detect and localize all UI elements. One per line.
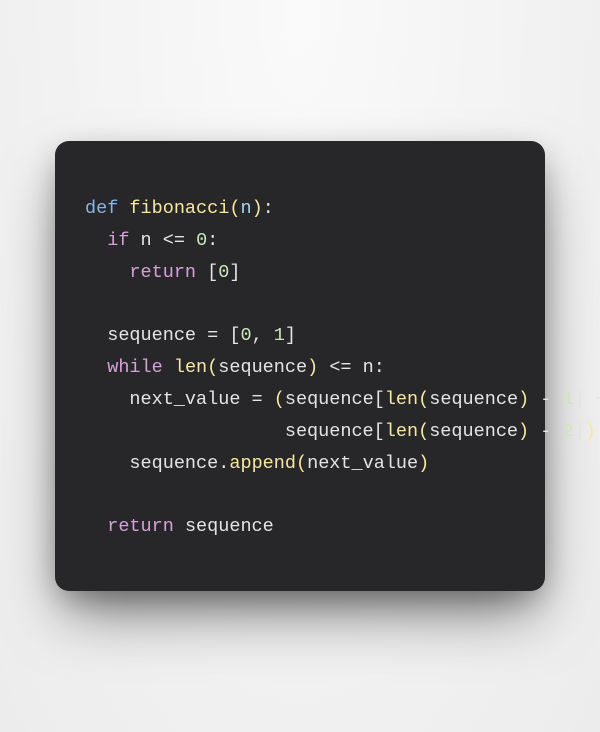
token-num: 2 bbox=[562, 421, 573, 442]
token-paren: ) bbox=[252, 198, 263, 219]
token-op: - bbox=[540, 421, 562, 442]
token-ident: sequence bbox=[285, 389, 374, 410]
token-num: 0 bbox=[240, 325, 251, 346]
token-num: 0 bbox=[196, 230, 207, 251]
token-bracket: [ bbox=[207, 262, 218, 283]
token-op: = bbox=[252, 389, 274, 410]
code-line: return [0] bbox=[85, 257, 515, 289]
token-op: <= bbox=[163, 230, 196, 251]
token-ident: sequence bbox=[218, 357, 307, 378]
token-ident: sequence bbox=[107, 325, 207, 346]
token-paren: ) bbox=[518, 389, 540, 410]
token-control: if bbox=[107, 230, 140, 251]
token-bracket: ] bbox=[229, 262, 240, 283]
token-op: <= bbox=[329, 357, 362, 378]
token-builtin: len bbox=[385, 421, 418, 442]
token-op: - bbox=[540, 389, 562, 410]
token-method: append bbox=[229, 453, 296, 474]
token-param: n bbox=[240, 198, 251, 219]
token-bracket: [ bbox=[229, 325, 240, 346]
token-paren: ( bbox=[207, 357, 218, 378]
token-bracket: ] bbox=[574, 421, 585, 442]
token-paren: ( bbox=[418, 421, 429, 442]
token-punct: . bbox=[218, 453, 229, 474]
token-control: return bbox=[107, 516, 185, 537]
token-bracket: ] bbox=[285, 325, 296, 346]
code-line: if n <= 0: bbox=[85, 225, 515, 257]
token-paren: ) bbox=[585, 421, 596, 442]
code-line: sequence.append(next_value) bbox=[85, 448, 515, 480]
code-line bbox=[85, 479, 515, 511]
token-punct: : bbox=[207, 230, 218, 251]
token-paren: ( bbox=[296, 453, 307, 474]
token-ident: sequence bbox=[129, 453, 218, 474]
token-ident: sequence bbox=[429, 389, 518, 410]
token-paren: ) bbox=[518, 421, 540, 442]
token-ident: sequence bbox=[285, 421, 374, 442]
code-line: def fibonacci(n): bbox=[85, 193, 515, 225]
code-line: sequence[len(sequence) - 2]) bbox=[85, 416, 515, 448]
token-ident: sequence bbox=[429, 421, 518, 442]
token-ident: sequence bbox=[185, 516, 274, 537]
code-line: return sequence bbox=[85, 511, 515, 543]
token-paren: ) bbox=[307, 357, 329, 378]
token-paren: ( bbox=[418, 389, 429, 410]
token-punct: : bbox=[374, 357, 385, 378]
token-punct: : bbox=[263, 198, 274, 219]
token-ident: next_value bbox=[307, 453, 418, 474]
token-bracket: [ bbox=[374, 421, 385, 442]
token-bracket: ] bbox=[574, 389, 596, 410]
code-block: def fibonacci(n): if n <= 0: return [0] … bbox=[85, 193, 515, 543]
code-line: while len(sequence) <= n: bbox=[85, 352, 515, 384]
token-builtin: len bbox=[174, 357, 207, 378]
token-num: 0 bbox=[218, 262, 229, 283]
token-num: 1 bbox=[274, 325, 285, 346]
token-keyword: def bbox=[85, 198, 129, 219]
token-bracket: [ bbox=[374, 389, 385, 410]
token-paren: ( bbox=[274, 389, 285, 410]
token-ident: next_value bbox=[129, 389, 251, 410]
code-line: next_value = (sequence[len(sequence) - 1… bbox=[85, 384, 515, 416]
token-paren: ) bbox=[418, 453, 429, 474]
code-line: sequence = [0, 1] bbox=[85, 320, 515, 352]
token-op: + bbox=[596, 389, 600, 410]
token-num: 1 bbox=[563, 389, 574, 410]
code-card: def fibonacci(n): if n <= 0: return [0] … bbox=[55, 141, 545, 591]
token-control: return bbox=[129, 262, 207, 283]
token-paren: ( bbox=[229, 198, 240, 219]
token-ident: n bbox=[363, 357, 374, 378]
token-funcname: fibonacci bbox=[129, 198, 229, 219]
code-line bbox=[85, 288, 515, 320]
token-control: while bbox=[107, 357, 174, 378]
token-punct: , bbox=[252, 325, 274, 346]
token-ident: n bbox=[141, 230, 163, 251]
token-builtin: len bbox=[385, 389, 418, 410]
token-op: = bbox=[207, 325, 229, 346]
